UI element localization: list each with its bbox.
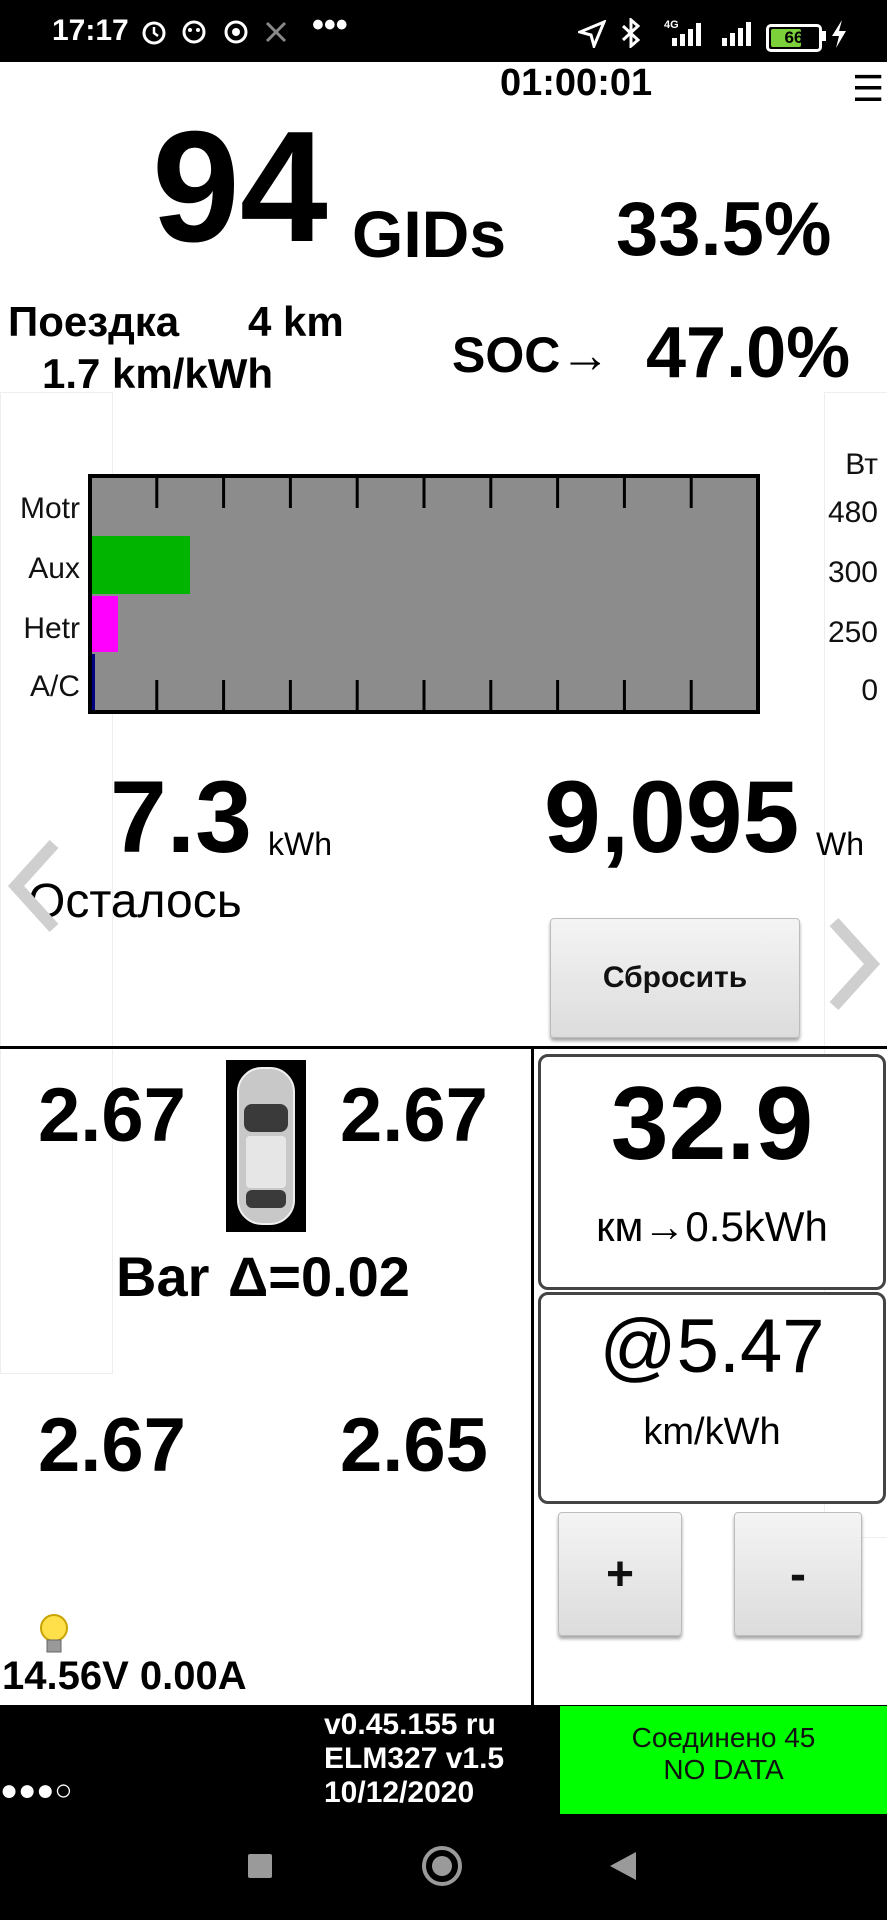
tire-front-right: 2.67 [340,1073,488,1158]
vertical-divider [531,1046,534,1706]
range-box: 32.9 км→0.5kWh [538,1054,886,1290]
soc-value: 47.0% [646,313,851,393]
status-bar: 17:17 ••• 4G 66 [0,0,887,62]
chart-background [88,474,760,714]
row-value-hetr: 250 [827,616,878,649]
menu-icon[interactable]: ☰ [852,68,884,110]
gids-unit: GIDs [352,197,507,271]
row-value-aux: 300 [827,556,878,589]
battery-level: 66 [784,28,804,47]
home-circle-icon[interactable] [420,1844,464,1888]
back-triangle-icon[interactable] [608,1850,638,1882]
wh-value: 9,095 [544,760,800,874]
tire-front-left: 2.67 [38,1073,186,1158]
connection-text: Соединено 45 [631,1722,816,1753]
row-label-hetr: Hetr [23,612,80,645]
row-value-ac: 0 [861,674,878,707]
version-info: v0.45.155 ru ELM327 v1.5 10/12/2020 [324,1708,504,1810]
gids-value: 94 [152,99,328,275]
charging-icon [832,20,846,48]
connection-status[interactable]: Соединено 45 NO DATA [560,1706,887,1814]
minus-button[interactable]: - [734,1512,862,1636]
location-icon [578,20,606,48]
tire-unit: Bar [116,1245,210,1308]
horizontal-divider [0,1046,887,1049]
bluetooth-icon [621,18,641,48]
battery-icon: 66 [766,24,822,52]
voltage-readout: 14.56V 0.00A [2,1654,247,1698]
wh-unit: Wh [816,826,864,862]
adapter-text: ELM327 v1.5 [324,1742,505,1775]
row-label-ac: A/C [29,670,80,703]
trip-distance: 4 km [248,298,344,345]
power-bar-chart [88,474,760,714]
trip-label: Поездка [8,298,180,345]
status-time: 17:17 [52,14,129,47]
connection-dots: ●●●○ [0,1774,73,1807]
efficiency-unit: km/kWh [643,1411,781,1453]
ac-bar [92,654,95,710]
reset-button[interactable]: Сбросить [550,918,800,1038]
kwh-unit: kWh [268,826,332,862]
battery-percent: 33.5% [616,187,832,272]
kwh-value: 7.3 [110,760,252,874]
data-status-text: NO DATA [663,1754,784,1785]
close-x-icon [265,21,287,43]
range-label: км→0.5kWh [596,1203,828,1250]
aux-bar [92,536,190,594]
car-icon [226,1060,306,1232]
range-value: 32.9 [610,1066,814,1182]
trip-efficiency: 1.7 km/kWh [42,350,274,397]
row-label-aux: Aux [28,552,80,585]
alarm-icon [142,21,166,45]
tire-rear-right: 2.65 [340,1403,488,1488]
tire-delta: Δ=0.02 [228,1245,410,1308]
efficiency-box: @5.47 km/kWh [538,1292,886,1504]
chevron-left-icon[interactable] [6,838,62,934]
chart-unit: Вт [845,448,878,481]
plus-button[interactable]: + [558,1512,682,1636]
row-label-motr: Motr [20,492,80,525]
signal-icon [722,22,751,46]
svg-text:4G: 4G [664,19,679,31]
date-text: 10/12/2020 [324,1776,475,1809]
recents-square-icon[interactable] [246,1852,274,1880]
soc-label: SOC→ [452,327,611,383]
version-text: v0.45.155 ru [324,1708,496,1741]
row-value-motr: 480 [827,496,878,529]
sync-icon [224,20,248,44]
signal-4g-icon: 4G [664,19,701,46]
lightbulb-icon [40,1614,68,1653]
more-dots: ••• [312,6,348,44]
hetr-bar [92,596,118,652]
tire-rear-left: 2.67 [38,1403,186,1488]
chevron-right-icon[interactable] [826,916,882,1012]
trip-timer: 01:00:01 [500,62,653,104]
efficiency-value: @5.47 [599,1304,825,1389]
face-icon [182,20,206,44]
